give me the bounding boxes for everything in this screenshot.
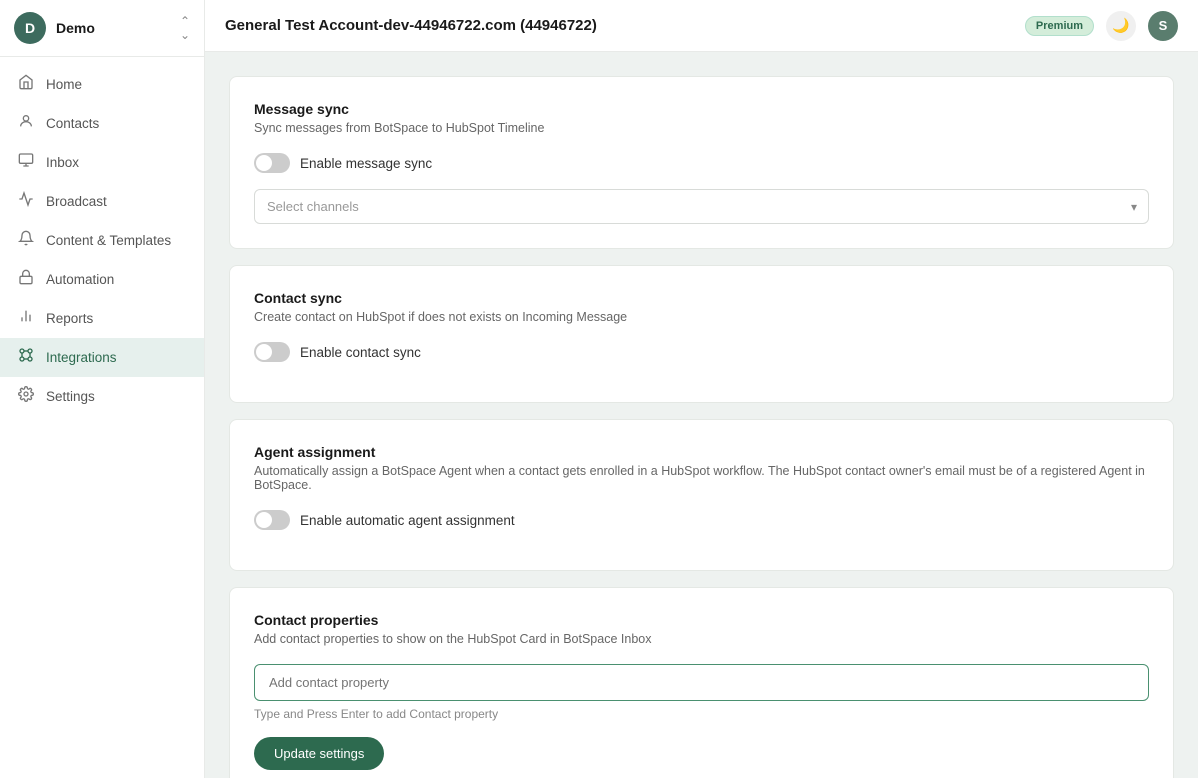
account-name: Demo xyxy=(56,20,170,36)
sidebar-item-label: Content & Templates xyxy=(46,233,171,248)
message-sync-card: Message sync Sync messages from BotSpace… xyxy=(229,76,1174,249)
content-templates-icon xyxy=(16,230,36,251)
contact-sync-toggle-row: Enable contact sync xyxy=(254,342,1149,362)
sidebar-item-settings[interactable]: Settings xyxy=(0,377,204,416)
agent-assignment-title: Agent assignment xyxy=(254,444,1149,460)
sidebar-item-label: Reports xyxy=(46,311,93,326)
select-channels[interactable]: Select channels xyxy=(254,189,1149,224)
chevron-icon: ⌃⌄ xyxy=(180,14,190,42)
sidebar-item-label: Integrations xyxy=(46,350,117,365)
message-sync-toggle-row: Enable message sync xyxy=(254,153,1149,173)
theme-toggle-button[interactable]: 🌙 xyxy=(1106,11,1136,41)
message-sync-title: Message sync xyxy=(254,101,1149,117)
settings-icon xyxy=(16,386,36,407)
sidebar-item-label: Home xyxy=(46,77,82,92)
contact-properties-title: Contact properties xyxy=(254,612,1149,628)
sidebar-item-label: Automation xyxy=(46,272,114,287)
contact-sync-toggle-label: Enable contact sync xyxy=(300,345,421,360)
message-sync-toggle-label: Enable message sync xyxy=(300,156,432,171)
agent-assignment-card: Agent assignment Automatically assign a … xyxy=(229,419,1174,571)
update-settings-button[interactable]: Update settings xyxy=(254,737,384,770)
premium-badge: Premium xyxy=(1025,16,1094,36)
agent-assignment-toggle-row: Enable automatic agent assignment xyxy=(254,510,1149,530)
contacts-icon xyxy=(16,113,36,134)
contact-properties-desc: Add contact properties to show on the Hu… xyxy=(254,632,1149,646)
sidebar-item-label: Inbox xyxy=(46,155,79,170)
inbox-icon xyxy=(16,152,36,173)
home-icon xyxy=(16,74,36,95)
sidebar: D Demo ⌃⌄ Home Contacts Inbox Broadcast … xyxy=(0,0,205,778)
sidebar-item-inbox[interactable]: Inbox xyxy=(0,143,204,182)
sidebar-item-reports[interactable]: Reports xyxy=(0,299,204,338)
sidebar-item-label: Broadcast xyxy=(46,194,107,209)
property-hint: Type and Press Enter to add Contact prop… xyxy=(254,707,1149,721)
sidebar-item-automation[interactable]: Automation xyxy=(0,260,204,299)
contact-properties-card: Contact properties Add contact propertie… xyxy=(229,587,1174,778)
message-sync-desc: Sync messages from BotSpace to HubSpot T… xyxy=(254,121,1149,135)
sidebar-item-home[interactable]: Home xyxy=(0,65,204,104)
integrations-icon xyxy=(16,347,36,368)
reports-icon xyxy=(16,308,36,329)
agent-assignment-toggle-label: Enable automatic agent assignment xyxy=(300,513,515,528)
select-channels-wrapper: Select channels xyxy=(254,189,1149,224)
sidebar-item-broadcast[interactable]: Broadcast xyxy=(0,182,204,221)
sidebar-item-contacts[interactable]: Contacts xyxy=(0,104,204,143)
sidebar-item-integrations[interactable]: Integrations xyxy=(0,338,204,377)
content-area: Message sync Sync messages from BotSpace… xyxy=(205,52,1198,778)
contact-sync-title: Contact sync xyxy=(254,290,1149,306)
contact-sync-desc: Create contact on HubSpot if does not ex… xyxy=(254,310,1149,324)
automation-icon xyxy=(16,269,36,290)
agent-assignment-desc: Automatically assign a BotSpace Agent wh… xyxy=(254,464,1149,492)
topbar: General Test Account-dev-44946722.com (4… xyxy=(205,0,1198,52)
page-title: General Test Account-dev-44946722.com (4… xyxy=(225,17,1013,34)
account-selector[interactable]: D Demo ⌃⌄ xyxy=(0,0,204,57)
message-sync-toggle[interactable] xyxy=(254,153,290,173)
sidebar-item-content-templates[interactable]: Content & Templates xyxy=(0,221,204,260)
main-content: General Test Account-dev-44946722.com (4… xyxy=(205,0,1198,778)
sidebar-nav: Home Contacts Inbox Broadcast Content & … xyxy=(0,57,204,778)
agent-assignment-toggle[interactable] xyxy=(254,510,290,530)
user-avatar[interactable]: S xyxy=(1148,11,1178,41)
contact-sync-toggle[interactable] xyxy=(254,342,290,362)
broadcast-icon xyxy=(16,191,36,212)
account-letter: D xyxy=(25,20,35,36)
contact-sync-card: Contact sync Create contact on HubSpot i… xyxy=(229,265,1174,403)
user-initial: S xyxy=(1159,18,1168,33)
sidebar-item-label: Contacts xyxy=(46,116,99,131)
sidebar-item-label: Settings xyxy=(46,389,95,404)
account-avatar: D xyxy=(14,12,46,44)
contact-property-input[interactable] xyxy=(254,664,1149,701)
